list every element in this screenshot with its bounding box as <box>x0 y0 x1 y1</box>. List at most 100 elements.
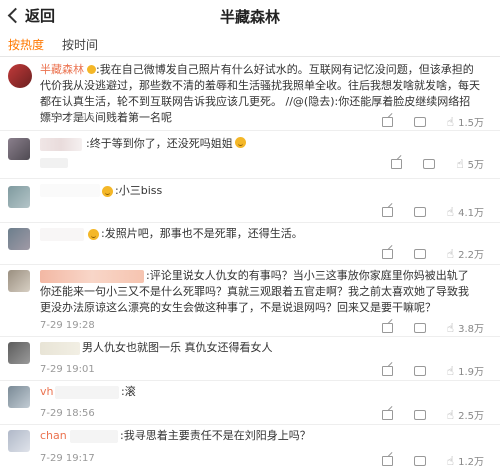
share-icon <box>391 158 403 169</box>
divider <box>0 380 500 381</box>
like-button[interactable]: ☝ 1.9万 <box>446 363 484 379</box>
comment-button[interactable] <box>413 248 439 259</box>
comment-icon <box>413 365 426 376</box>
redacted-username <box>70 430 118 443</box>
like-count: 5万 <box>467 160 484 171</box>
like-button[interactable]: ☝ 5万 <box>456 156 484 172</box>
share-button[interactable] <box>381 206 406 217</box>
redacted-username <box>55 386 119 399</box>
redacted-username <box>40 138 82 151</box>
share-icon <box>381 409 393 420</box>
share-icon <box>381 248 393 259</box>
comment-time: 7-29 19:17 <box>40 453 95 464</box>
comment-button[interactable] <box>413 322 439 333</box>
share-button[interactable] <box>391 158 415 169</box>
like-button[interactable]: ☝ 2.5万 <box>446 407 484 423</box>
redacted-username <box>40 228 84 241</box>
comment-actions: ☝ 4.1万 <box>374 204 484 219</box>
comment-actions: ☝ 3.8万 <box>374 320 484 335</box>
divider <box>0 56 500 57</box>
comment-actions: ☝ 2.5万 <box>374 407 484 422</box>
sort-tabs: 按热度 按时间 <box>0 32 500 56</box>
avatar[interactable] <box>8 186 30 208</box>
avatar[interactable] <box>8 342 30 364</box>
avatar[interactable] <box>8 386 30 408</box>
avatar[interactable] <box>8 270 30 292</box>
comment-actions: ☝ 2.2万 <box>374 246 484 261</box>
tab-time[interactable]: 按时间 <box>62 36 98 53</box>
comment-icon <box>413 409 426 420</box>
comment-text: :终于等到你了，还没死吗姐姐 <box>86 136 246 152</box>
comment-button[interactable] <box>413 409 439 420</box>
comment-icon <box>423 158 436 169</box>
comment-text: :滚 <box>121 385 136 398</box>
like-count: 1.9万 <box>458 367 484 378</box>
emoji-icon <box>88 229 99 240</box>
like-count: 4.1万 <box>458 208 484 219</box>
comment-item: 半藏森林:我在自己微博发自己照片有什么好试水的。互联网有记忆没问题，但该承担的代… <box>0 60 500 130</box>
like-count: 1.2万 <box>458 457 484 468</box>
like-button[interactable]: ☝ 2.2万 <box>446 246 484 262</box>
share-button[interactable] <box>381 248 406 259</box>
thumbs-up-icon: ☝ <box>446 114 455 129</box>
share-button[interactable] <box>381 455 406 466</box>
author-name[interactable]: chan <box>40 429 67 442</box>
comment-actions: ☝ 1.9万 <box>374 363 484 378</box>
comment-time: 7-29 18:56 <box>40 408 95 419</box>
comment-time: 7-29 19:01 <box>40 364 95 375</box>
comment-item: chan :我寻思着主要责任不是在刘阳身上吗？ 7-29 19:17 ☝ 1.2万 <box>0 426 500 468</box>
divider <box>0 264 500 265</box>
share-button[interactable] <box>381 409 406 420</box>
avatar[interactable] <box>8 64 32 88</box>
avatar[interactable] <box>8 228 30 250</box>
avatar[interactable] <box>8 430 30 452</box>
comment-item: :小三biss ☝ 4.1万 <box>0 180 500 220</box>
share-icon <box>381 116 393 127</box>
avatar[interactable] <box>8 138 30 160</box>
comment-text: :发照片吧，那事也不是死罪，还得生活。 <box>101 227 303 240</box>
like-button[interactable]: ☝ 1.5万 <box>446 114 484 130</box>
thumbs-up-icon: ☝ <box>456 156 464 171</box>
comment-text: :评论里说女人仇女的有事吗？当小三这事放你家庭里你妈被出轨了你还能来一句小三又不… <box>40 269 469 314</box>
share-icon <box>381 206 393 217</box>
divider <box>0 178 500 179</box>
like-button[interactable]: ☝ 3.8万 <box>446 320 484 336</box>
comment-button[interactable] <box>413 455 439 466</box>
like-count: 1.5万 <box>458 118 484 129</box>
emoji-icon <box>102 186 113 197</box>
like-button[interactable]: ☝ 4.1万 <box>446 204 484 220</box>
redacted-username <box>40 342 80 355</box>
like-count: 2.2万 <box>458 250 484 261</box>
thumbs-up-icon: ☝ <box>446 204 455 219</box>
divider <box>0 130 500 131</box>
share-icon <box>381 322 393 333</box>
like-count: 3.8万 <box>458 324 484 335</box>
comment-button[interactable] <box>423 158 448 169</box>
comment-button[interactable] <box>413 116 439 127</box>
share-button[interactable] <box>381 322 406 333</box>
comment-item: vh :滚 7-29 18:56 ☝ 2.5万 <box>0 382 500 422</box>
author-name[interactable]: 半藏森林 <box>40 63 84 76</box>
thumbs-up-icon: ☝ <box>446 320 455 335</box>
top-bar: 返回 半藏森林 <box>0 0 500 30</box>
like-button[interactable]: ☝ 1.2万 <box>447 453 484 469</box>
divider <box>0 222 500 223</box>
divider <box>0 424 500 425</box>
comment-button[interactable] <box>413 365 439 376</box>
share-icon <box>381 365 393 376</box>
tab-hot[interactable]: 按热度 <box>8 36 44 53</box>
share-icon <box>381 455 393 466</box>
thumbs-up-icon: ☝ <box>446 407 455 422</box>
thumbs-up-icon: ☝ <box>446 246 455 261</box>
divider <box>0 336 500 337</box>
comment-button[interactable] <box>413 206 439 217</box>
redacted-time <box>40 158 68 168</box>
comment-text: :我寻思着主要责任不是在刘阳身上吗？ <box>120 429 311 442</box>
thumbs-up-icon: ☝ <box>446 363 455 378</box>
share-button[interactable] <box>381 365 406 376</box>
emoji-icon <box>234 137 246 148</box>
comment-item: :发照片吧，那事也不是死罪，还得生活。 ☝ 2.2万 <box>0 224 500 264</box>
comment-time: 7-29 19:28 <box>40 320 95 331</box>
author-name[interactable]: vh <box>40 385 53 398</box>
share-button[interactable] <box>381 116 406 127</box>
